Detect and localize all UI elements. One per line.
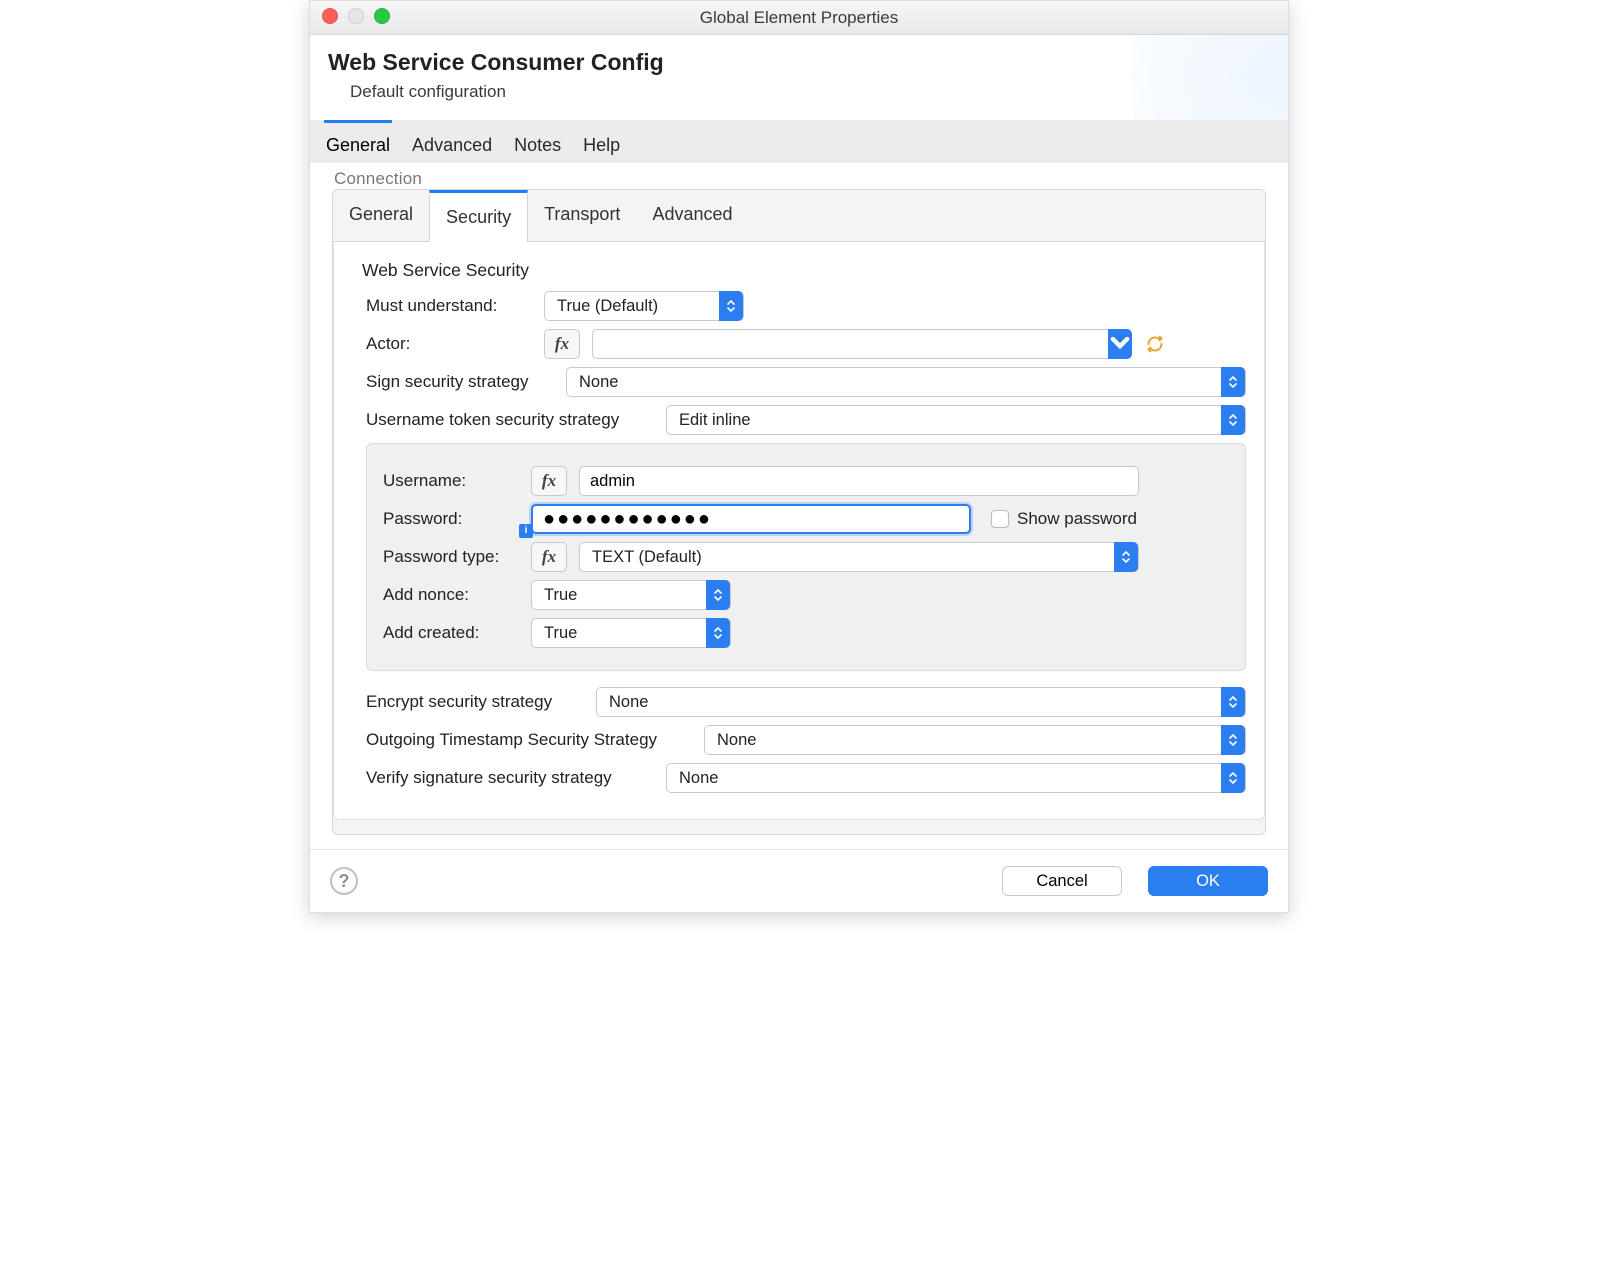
fx-button[interactable]: fx [531, 542, 567, 572]
info-badge-icon: i [519, 524, 533, 538]
titlebar: Global Element Properties [310, 1, 1288, 35]
encrypt-strategy-row: Encrypt security strategy None [366, 687, 1246, 717]
must-understand-select[interactable]: True (Default) [544, 291, 744, 321]
show-password-label: Show password [1017, 509, 1137, 529]
username-row: Username: fx [383, 466, 1229, 496]
dialog-window: Global Element Properties Web Service Co… [309, 0, 1289, 913]
ok-button[interactable]: OK [1148, 866, 1268, 896]
chevron-updown-icon [1221, 725, 1245, 755]
cancel-button[interactable]: Cancel [1002, 866, 1122, 896]
out-timestamp-row: Outgoing Timestamp Security Strategy Non… [366, 725, 1246, 755]
out-timestamp-value: None [717, 731, 756, 750]
tab-general[interactable]: General [324, 120, 392, 166]
page-subtitle: Default configuration [350, 82, 1270, 102]
tab-notes[interactable]: Notes [512, 120, 563, 166]
chevron-updown-icon [1221, 367, 1245, 397]
username-input[interactable] [579, 466, 1139, 496]
page-title: Web Service Consumer Config [328, 49, 1270, 76]
actor-row: Actor: fx [366, 329, 1246, 359]
subtab-security[interactable]: Security [429, 190, 528, 242]
password-row: Password: i Show password [383, 504, 1229, 534]
chevron-updown-icon [1221, 687, 1245, 717]
password-type-value: TEXT (Default) [592, 548, 702, 567]
sign-strategy-value: None [579, 373, 618, 392]
help-button[interactable]: ? [330, 867, 358, 895]
add-created-select[interactable]: True [531, 618, 731, 648]
chevron-updown-icon [706, 618, 730, 648]
tab-advanced[interactable]: Advanced [410, 120, 494, 166]
ut-strategy-row: Username token security strategy Edit in… [366, 405, 1246, 435]
chevron-updown-icon [706, 580, 730, 610]
dialog-footer: ? Cancel OK [310, 849, 1288, 912]
password-type-row: Password type: fx TEXT (Default) [383, 542, 1229, 572]
password-input[interactable] [531, 504, 971, 534]
verify-sig-value: None [679, 769, 718, 788]
actor-input[interactable] [592, 329, 1108, 359]
add-nonce-select[interactable]: True [531, 580, 731, 610]
must-understand-row: Must understand: True (Default) [366, 291, 1246, 321]
must-understand-value: True (Default) [557, 297, 658, 316]
fx-button[interactable]: fx [531, 466, 567, 496]
section-title: Web Service Security [362, 260, 1246, 281]
username-label: Username: [383, 471, 531, 491]
window-controls [322, 8, 390, 24]
add-nonce-label: Add nonce: [383, 585, 531, 605]
chevron-updown-icon [719, 291, 743, 321]
fx-button[interactable]: fx [544, 329, 580, 359]
window-title: Global Element Properties [700, 8, 898, 28]
add-nonce-value: True [544, 586, 577, 605]
password-label: Password: [383, 509, 531, 529]
encrypt-strategy-label: Encrypt security strategy [366, 692, 596, 712]
password-type-select[interactable]: TEXT (Default) [579, 542, 1139, 572]
verify-sig-select[interactable]: None [666, 763, 1246, 793]
zoom-window-button[interactable] [374, 8, 390, 24]
password-type-label: Password type: [383, 547, 531, 567]
connection-group-label: Connection [324, 163, 1274, 185]
add-created-label: Add created: [383, 623, 531, 643]
connection-panel: General Security Transport Advanced Web … [332, 189, 1266, 835]
out-timestamp-select[interactable]: None [704, 725, 1246, 755]
sign-strategy-row: Sign security strategy None [366, 367, 1246, 397]
add-created-value: True [544, 624, 577, 643]
chevron-updown-icon [1221, 763, 1245, 793]
encrypt-strategy-value: None [609, 693, 648, 712]
security-panel: Web Service Security Must understand: Tr… [333, 242, 1265, 820]
minimize-window-button[interactable] [348, 8, 364, 24]
subtab-general[interactable]: General [333, 190, 429, 241]
actor-label: Actor: [366, 334, 544, 354]
show-password-checkbox[interactable] [991, 510, 1009, 528]
sign-strategy-label: Sign security strategy [366, 372, 566, 392]
subtab-transport[interactable]: Transport [528, 190, 636, 241]
sign-strategy-select[interactable]: None [566, 367, 1246, 397]
dialog-header: Web Service Consumer Config Default conf… [310, 35, 1288, 120]
verify-sig-row: Verify signature security strategy None [366, 763, 1246, 793]
encrypt-strategy-select[interactable]: None [596, 687, 1246, 717]
ut-strategy-value: Edit inline [679, 411, 751, 430]
add-nonce-row: Add nonce: True [383, 580, 1229, 610]
chevron-updown-icon [1221, 405, 1245, 435]
body: Connection General Security Transport Ad… [310, 163, 1288, 849]
must-understand-label: Must understand: [366, 296, 544, 316]
chevron-updown-icon [1114, 542, 1138, 572]
ut-strategy-label: Username token security strategy [366, 410, 666, 430]
refresh-icon[interactable] [1144, 333, 1166, 355]
chevron-down-icon [1108, 329, 1132, 359]
username-token-inset: Username: fx Password: i Show password [366, 443, 1246, 671]
inner-tabs: General Security Transport Advanced [333, 190, 1265, 242]
subtab-advanced[interactable]: Advanced [636, 190, 748, 241]
ut-strategy-select[interactable]: Edit inline [666, 405, 1246, 435]
add-created-row: Add created: True [383, 618, 1229, 648]
question-icon: ? [330, 867, 358, 895]
out-timestamp-label: Outgoing Timestamp Security Strategy [366, 730, 704, 750]
outer-tabs: General Advanced Notes Help [310, 120, 1288, 167]
verify-sig-label: Verify signature security strategy [366, 768, 666, 788]
tab-help[interactable]: Help [581, 120, 622, 166]
close-window-button[interactable] [322, 8, 338, 24]
